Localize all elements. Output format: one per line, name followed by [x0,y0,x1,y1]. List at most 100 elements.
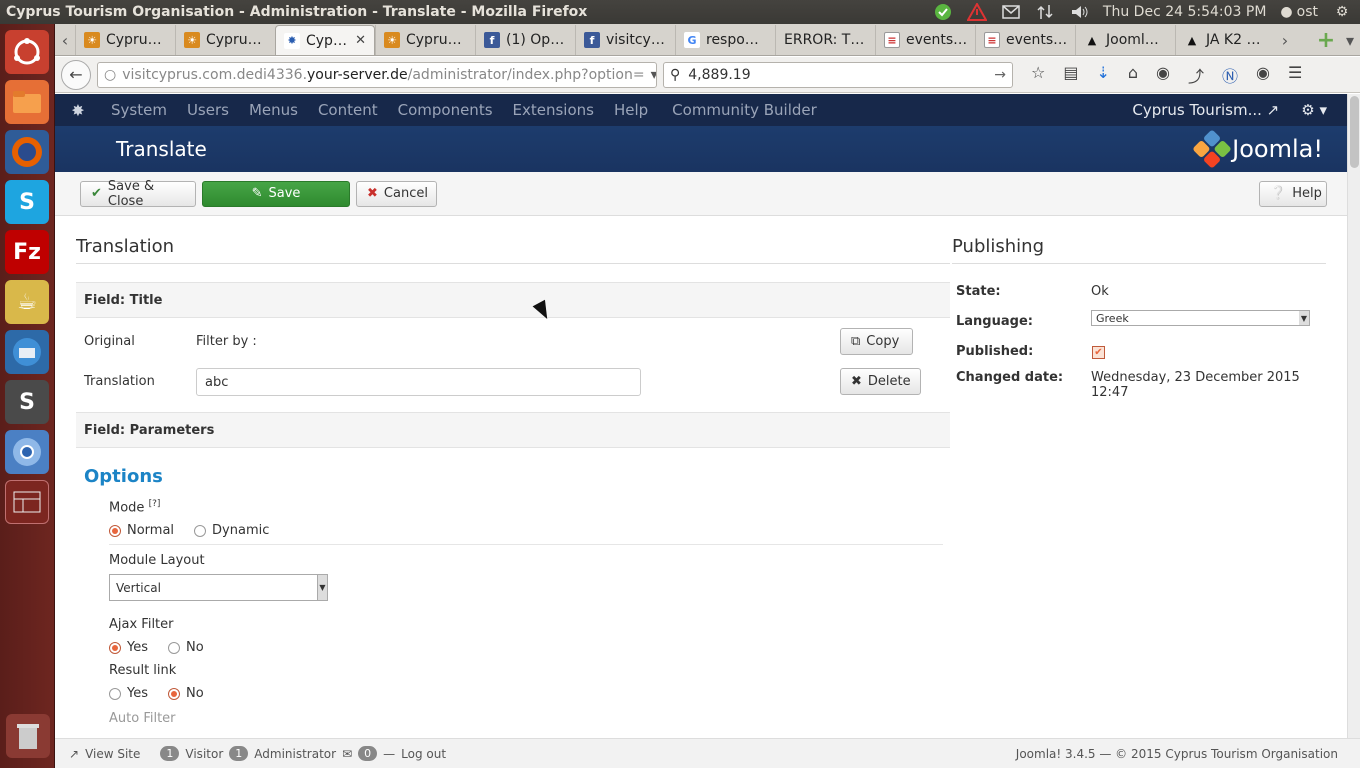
changed-date-label: Changed date: [956,370,1064,385]
scrollbar-thumb[interactable] [1350,96,1359,168]
logout-link[interactable]: Log out [401,747,446,761]
page-scrollbar[interactable] [1347,94,1360,738]
ajax-filter-yes-radio[interactable]: Yes [109,640,148,655]
tool-icon[interactable]: ⤴ [1188,63,1204,87]
tab[interactable]: ☀ Cypru… [75,25,175,55]
close-icon[interactable]: ✕ [355,33,366,48]
search-bar[interactable]: ⚲ 4,889.19 → [663,61,1013,88]
network-icon[interactable] [1035,3,1055,21]
tab[interactable]: f (1) Op… [475,25,575,55]
menu-users[interactable]: Users [177,101,239,119]
edit-icon: ✎ [251,186,263,201]
bookmark-star-icon[interactable]: ☆ [1031,63,1045,87]
question-icon: ❔ [1270,186,1287,201]
tab[interactable]: Grespo… [675,25,775,55]
files-icon[interactable] [5,80,49,124]
update-ok-icon[interactable] [933,3,953,21]
published-checkbox[interactable]: ✔ [1092,346,1105,359]
downloads-icon[interactable]: ⇣ [1096,63,1109,87]
user-settings-gear-icon[interactable]: ⚙ ▾ [1301,101,1327,119]
chromium-icon[interactable] [5,430,49,474]
copy-icon: ⧉ [851,334,861,349]
tab-label: Cypru… [106,32,162,48]
minus-icon: — [383,746,396,761]
search-go-icon[interactable]: → [994,67,1006,83]
firefox-icon[interactable] [5,130,49,174]
mode-dynamic-radio[interactable]: Dynamic [194,523,269,538]
thunderbird-icon[interactable] [5,330,49,374]
skype-icon[interactable]: S [5,180,49,224]
mode-normal-radio[interactable]: Normal [109,523,174,538]
help-button[interactable]: ❔ Help [1259,180,1327,207]
view-site-link[interactable]: View Site [85,747,140,761]
tab[interactable]: ERROR: T… [775,25,875,55]
tab[interactable]: ☀ Cypru… [375,25,475,55]
url-dropdown-icon[interactable]: ▾ [651,67,656,83]
clock[interactable]: Thu Dec 24 5:54:03 PM [1103,4,1267,20]
user-menu[interactable]: ● ost [1280,4,1318,20]
module-layout-select[interactable]: Vertical ▼ [109,574,328,602]
joomla-menu-icon[interactable]: ✸ [55,101,101,120]
menu-extensions[interactable]: Extensions [503,101,604,119]
delete-label: Delete [867,374,911,389]
color-extension-icon[interactable]: ◉ [1256,63,1270,87]
unity-launcher: S Fz ☕ S [0,24,55,768]
gajim-icon[interactable]: ☕ [5,280,49,324]
ubuntu-home-icon[interactable] [5,30,49,74]
menu-components[interactable]: Components [388,101,503,119]
tabs-scroll-left-icon[interactable]: ‹ [55,25,75,55]
ajax-filter-no-radio[interactable]: No [168,640,204,655]
workspace-switcher-icon[interactable] [5,480,49,524]
translation-input[interactable] [196,368,641,396]
tab[interactable]: ▲ Jooml… [1075,25,1175,55]
state-value: Ok [1091,284,1109,299]
options-form: Mode [?] Normal Dynamic Module Layout Ve… [76,499,950,726]
copy-button[interactable]: ⧉ Copy [840,328,913,355]
back-arrow-icon[interactable]: ← [61,59,91,90]
chat-icon[interactable]: ◉ [1156,63,1170,87]
original-value: Filter by : [196,334,257,349]
url-bar[interactable]: ○ visitcyprus.com.dedi4336.your-server.d… [97,61,657,88]
tab[interactable]: ≡ events… [975,25,1075,55]
menu-system[interactable]: System [101,101,177,119]
home-icon[interactable]: ⌂ [1128,63,1138,87]
tabs-scroll-right-icon[interactable]: › [1275,25,1295,55]
warning-icon[interactable] [966,3,987,21]
m-extension-icon[interactable]: Ⓝ [1222,63,1238,87]
tab[interactable]: ▲ JA K2 … [1175,25,1275,55]
tab-active[interactable]: ✸ Cyp… ✕ [275,25,375,55]
session-gear-icon[interactable]: ⚙ [1332,3,1352,21]
sublime-text-icon[interactable]: S [5,380,49,424]
trash-icon[interactable] [6,714,50,758]
translation-label: Translation [84,374,155,389]
save-button[interactable]: ✎ Save [202,180,350,207]
site-link[interactable]: Cyprus Tourism... ↗ [1132,101,1279,119]
language-select[interactable]: Greek ▼ [1091,310,1310,326]
cancel-button[interactable]: ✖ Cancel [356,180,437,207]
tab-list-icon[interactable]: ▾ [1340,25,1360,55]
copy-label: Copy [866,334,900,349]
result-link-no-radio[interactable]: No [168,686,204,701]
save-close-button[interactable]: ✔ Save & Close [80,179,196,209]
menu-content[interactable]: Content [308,101,388,119]
menu-community-builder[interactable]: Community Builder [658,101,827,119]
tab-label: Cypru… [406,32,462,48]
result-link-yes-radio[interactable]: Yes [109,686,148,701]
tab[interactable]: ☀ Cypru… [175,25,275,55]
mail-count-badge[interactable]: 0 [358,746,378,761]
tab[interactable]: ≡ events… [875,25,975,55]
no-label: No [186,640,204,656]
menu-help[interactable]: Help [604,101,658,119]
volume-icon[interactable] [1069,3,1089,21]
delete-button[interactable]: ✖ Delete [840,368,921,395]
filezilla-icon[interactable]: Fz [5,230,49,274]
ja-icon: ▲ [1187,33,1197,47]
menu-icon[interactable]: ☰ [1288,63,1302,87]
mail-icon[interactable] [1001,3,1021,21]
reading-list-icon[interactable]: ▤ [1063,63,1078,87]
original-label: Original [84,334,135,349]
menu-menus[interactable]: Menus [239,101,308,119]
tab[interactable]: f visitcy… [575,25,675,55]
new-tab-icon[interactable]: + [1312,25,1340,55]
mode-help-link[interactable]: [?] [149,499,161,509]
